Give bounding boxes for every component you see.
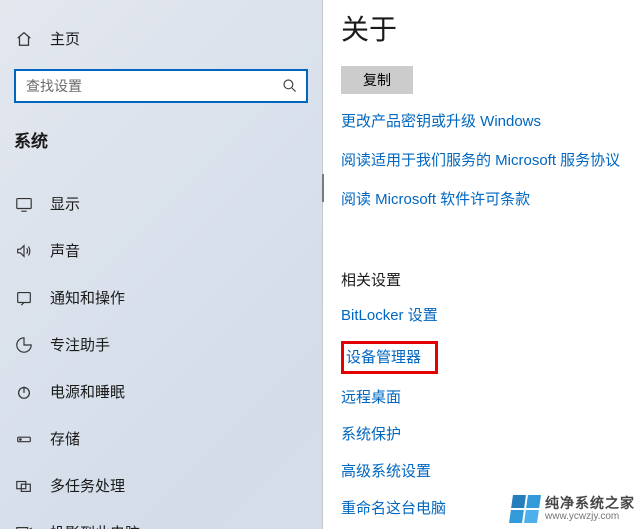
nav-list: 显示 声音 通知和操作 bbox=[0, 180, 322, 529]
watermark-logo-icon bbox=[509, 495, 541, 523]
sound-icon bbox=[14, 242, 34, 260]
search-wrap bbox=[14, 69, 308, 103]
home-label: 主页 bbox=[50, 28, 80, 49]
nav-focus[interactable]: 专注助手 bbox=[0, 321, 322, 368]
nav-label: 通知和操作 bbox=[50, 287, 125, 308]
nav-power[interactable]: 电源和睡眠 bbox=[0, 368, 322, 415]
nav-label: 多任务处理 bbox=[50, 475, 125, 496]
nav-display[interactable]: 显示 bbox=[0, 180, 322, 227]
sidebar: 主页 系统 显示 bbox=[0, 0, 322, 529]
watermark-line2: www.ycwzjy.com bbox=[545, 511, 635, 522]
nav-storage[interactable]: 存储 bbox=[0, 415, 322, 462]
home-icon bbox=[14, 30, 34, 48]
link-bitlocker[interactable]: BitLocker 设置 bbox=[341, 304, 641, 325]
watermark: 纯净系统之家 www.ycwzjy.com bbox=[511, 495, 635, 523]
nav-label: 专注助手 bbox=[50, 334, 110, 355]
search-input[interactable] bbox=[14, 69, 308, 103]
nav-label: 投影到此电脑 bbox=[50, 522, 140, 529]
storage-icon bbox=[14, 430, 34, 448]
copy-button[interactable]: 复制 bbox=[341, 66, 413, 94]
link-product-key[interactable]: 更改产品密钥或升级 Windows bbox=[341, 110, 641, 131]
nav-multitask[interactable]: 多任务处理 bbox=[0, 462, 322, 509]
nav-label: 存储 bbox=[50, 428, 80, 449]
nav-label: 电源和睡眠 bbox=[50, 381, 125, 402]
highlight-box: 设备管理器 bbox=[341, 341, 438, 374]
watermark-text: 纯净系统之家 www.ycwzjy.com bbox=[545, 496, 635, 522]
link-remote-desktop[interactable]: 远程桌面 bbox=[341, 386, 641, 407]
link-license-terms[interactable]: 阅读 Microsoft 软件许可条款 bbox=[341, 188, 641, 209]
power-icon bbox=[14, 383, 34, 401]
related-links: BitLocker 设置 设备管理器 远程桌面 系统保护 高级系统设置 重命名这… bbox=[341, 304, 641, 518]
multitask-icon bbox=[14, 477, 34, 495]
display-icon bbox=[14, 195, 34, 213]
support-links: 更改产品密钥或升级 Windows 阅读适用于我们服务的 Microsoft 服… bbox=[341, 110, 641, 209]
nav-notifications[interactable]: 通知和操作 bbox=[0, 274, 322, 321]
nav-project[interactable]: 投影到此电脑 bbox=[0, 509, 322, 529]
link-service-agreement[interactable]: 阅读适用于我们服务的 Microsoft 服务协议 bbox=[341, 149, 641, 170]
main-panel: 关于 复制 更改产品密钥或升级 Windows 阅读适用于我们服务的 Micro… bbox=[322, 0, 641, 529]
related-header: 相关设置 bbox=[341, 269, 641, 290]
notification-icon bbox=[14, 289, 34, 307]
nav-label: 显示 bbox=[50, 193, 80, 214]
nav-sound[interactable]: 声音 bbox=[0, 227, 322, 274]
section-header: 系统 bbox=[0, 121, 322, 162]
home-nav[interactable]: 主页 bbox=[0, 18, 322, 59]
link-advanced-settings[interactable]: 高级系统设置 bbox=[341, 460, 641, 481]
project-icon bbox=[14, 524, 34, 529]
watermark-line1: 纯净系统之家 bbox=[545, 496, 635, 511]
nav-label: 声音 bbox=[50, 240, 80, 261]
link-device-manager[interactable]: 设备管理器 bbox=[346, 346, 421, 367]
link-system-protection[interactable]: 系统保护 bbox=[341, 423, 641, 444]
page-title: 关于 bbox=[341, 8, 641, 48]
focus-icon bbox=[14, 336, 34, 354]
